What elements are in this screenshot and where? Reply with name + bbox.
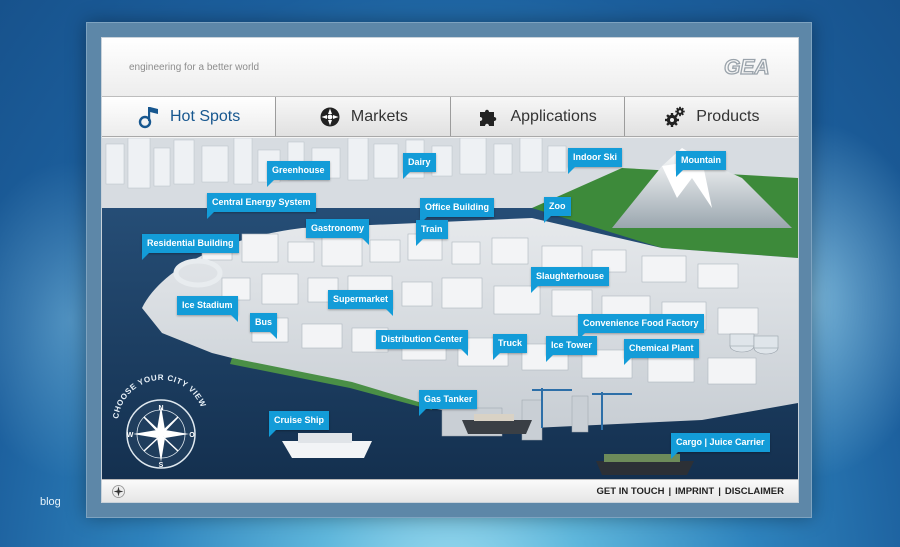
svg-text:W: W — [127, 432, 134, 439]
tab-products[interactable]: Products — [625, 97, 798, 136]
tab-applications[interactable]: Applications — [451, 97, 625, 136]
hotspot-cargo-juice-carrier[interactable]: Cargo | Juice Carrier — [671, 433, 770, 459]
hotspot-train[interactable]: Train — [416, 220, 448, 246]
tab-label: Hot Spots — [169, 107, 241, 125]
tab-hot-spots[interactable]: Hot Spots — [102, 97, 277, 136]
hotspot-ice-tower[interactable]: Ice Tower — [546, 336, 597, 362]
hotspot-central-energy-system[interactable]: Central Energy System — [207, 193, 316, 219]
svg-text:GEA: GEA — [724, 56, 770, 79]
hotspot-chemical-plant[interactable]: Chemical Plant — [624, 339, 699, 365]
hotspot-mountain[interactable]: Mountain — [676, 151, 726, 177]
gears-icon — [665, 106, 685, 127]
svg-text:O: O — [189, 432, 195, 439]
hotspot-gas-tanker[interactable]: Gas Tanker — [419, 390, 478, 416]
hotspot-indoor-ski[interactable]: Indoor Ski — [568, 148, 623, 174]
hotspot-gastronomy[interactable]: Gastronomy — [306, 219, 370, 245]
hotspot-convenience-food-factory[interactable]: Convenience Food Factory — [578, 314, 704, 340]
imprint-link[interactable]: IMPRINT — [675, 486, 714, 497]
compass-rose[interactable]: CHOOSE YOUR CITY VIEW N S W O — [106, 368, 216, 478]
svg-text:N: N — [158, 405, 163, 412]
tab-markets[interactable]: Markets — [276, 97, 451, 136]
get-in-touch-link[interactable]: GET IN TOUCH — [597, 486, 665, 497]
hotspot-greenhouse[interactable]: Greenhouse — [267, 161, 330, 187]
hotspot-zoo[interactable]: Zoo — [544, 197, 571, 223]
hotspot-bus[interactable]: Bus — [250, 313, 278, 339]
hotspot-truck[interactable]: Truck — [493, 334, 528, 360]
puzzle-icon — [480, 109, 497, 126]
slogan: engineering for a better world — [129, 62, 260, 73]
tab-label: Applications — [510, 107, 597, 125]
navigation-cross-icon[interactable] — [112, 485, 125, 498]
disclaimer-link[interactable]: DISCLAIMER — [725, 486, 784, 497]
city-map[interactable]: Greenhouse Dairy Indoor Ski Mountain Cen… — [102, 138, 798, 479]
hotspot-office-building[interactable]: Office Building — [420, 198, 494, 224]
gea-logo: GEA — [723, 55, 770, 79]
hotspot-supermarket[interactable]: Supermarket — [328, 290, 394, 316]
footer-links: GET IN TOUCH | IMPRINT | DISCLAIMER — [597, 486, 784, 497]
hotspot-residential-building[interactable]: Residential Building — [142, 234, 239, 260]
hotspot-icon — [138, 106, 158, 128]
app-panel: engineering for a better world GEA Hot S… — [101, 37, 799, 503]
main-nav: Hot Spots Markets Applications Products — [102, 96, 798, 137]
tab-label: Products — [696, 107, 760, 125]
hotspot-distribution-center[interactable]: Distribution Center — [376, 330, 468, 356]
footer: GET IN TOUCH | IMPRINT | DISCLAIMER — [102, 479, 798, 502]
hotspot-cruise-ship[interactable]: Cruise Ship — [269, 411, 330, 437]
blog-label: blog — [40, 496, 61, 508]
separator: | — [668, 486, 672, 497]
hotspot-ice-stadium[interactable]: Ice Stadium — [177, 296, 238, 322]
hotspot-slaughterhouse[interactable]: Slaughterhouse — [531, 267, 610, 293]
svg-text:S: S — [159, 462, 164, 469]
tab-label: Markets — [350, 107, 408, 125]
markets-icon — [320, 107, 340, 126]
header: engineering for a better world GEA — [102, 38, 798, 96]
hotspot-dairy[interactable]: Dairy — [403, 153, 436, 179]
separator: | — [718, 486, 721, 497]
